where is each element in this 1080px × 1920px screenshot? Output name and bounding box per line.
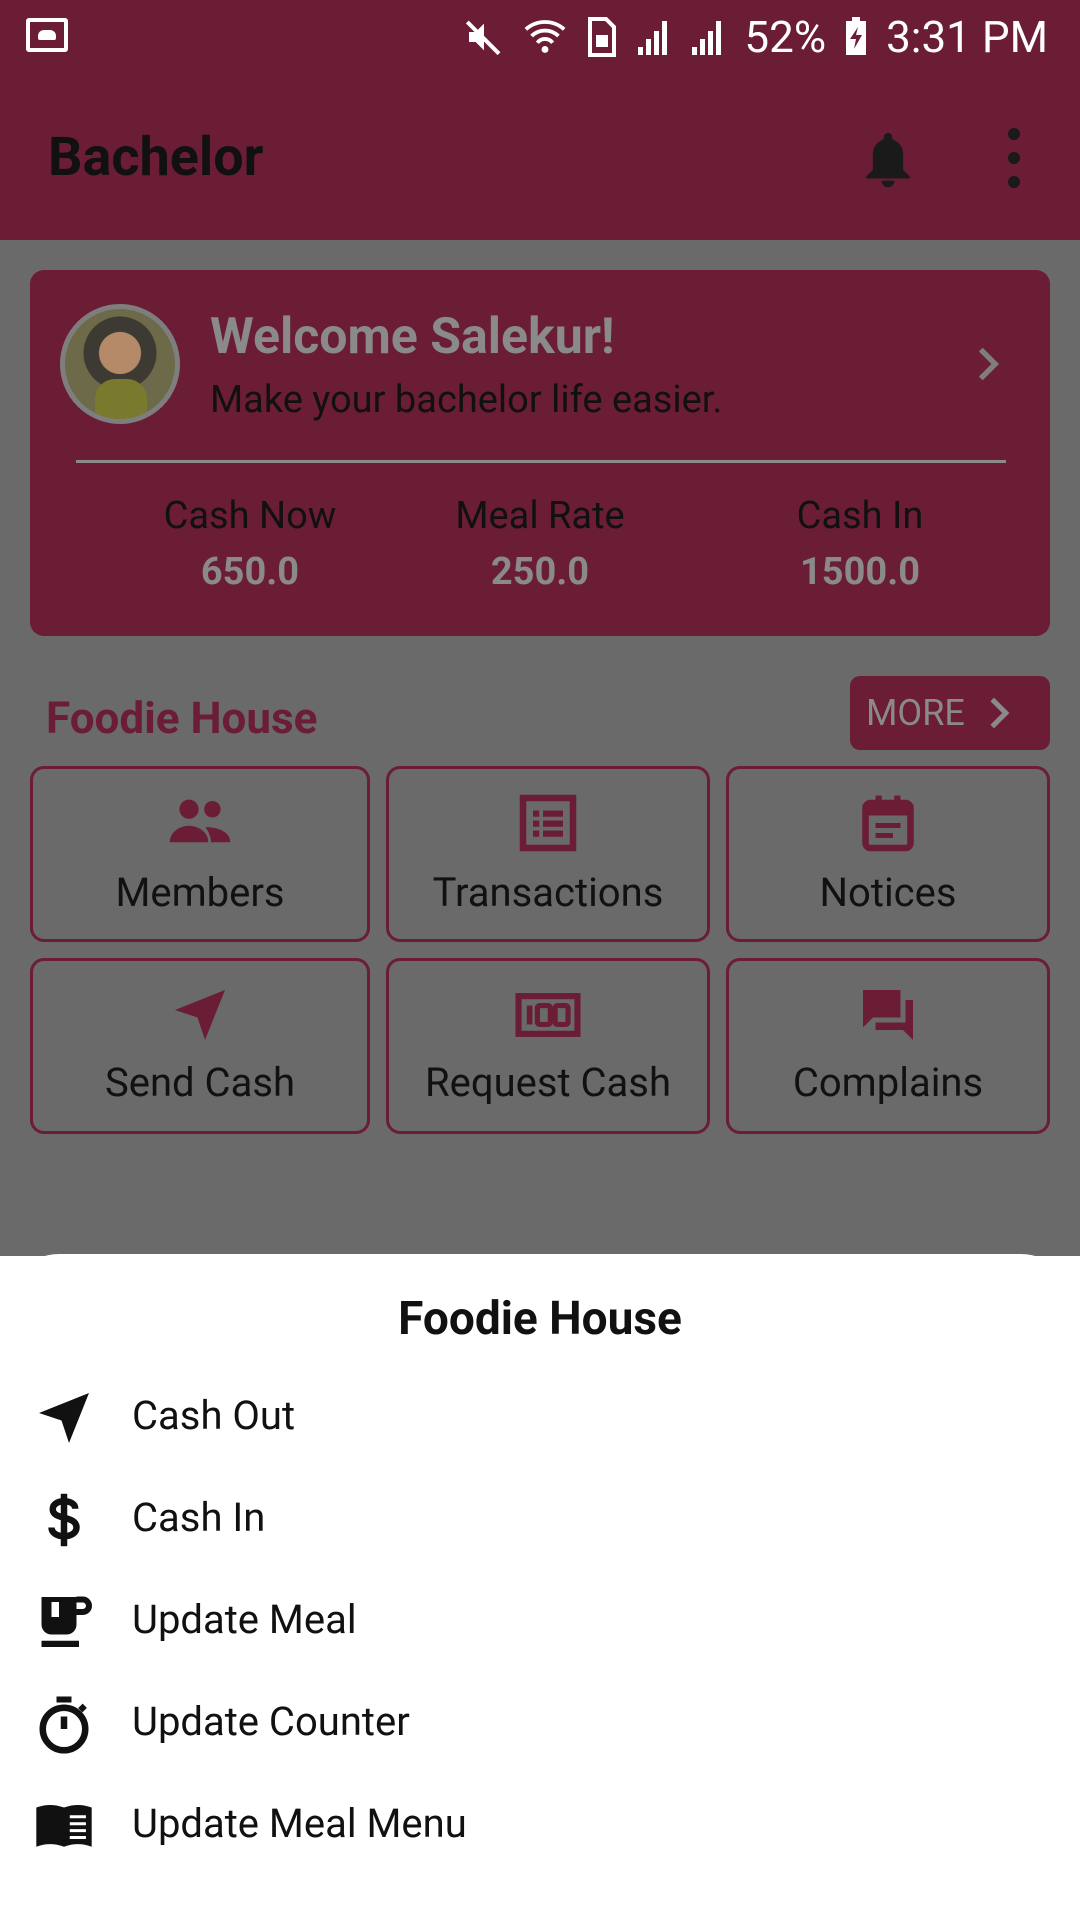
tile-complains[interactable]: Complains: [726, 958, 1050, 1134]
welcome-subtitle: Make your bachelor life easier.: [210, 378, 723, 422]
stat-label: Meal Rate: [455, 494, 625, 538]
tile-members[interactable]: Members: [30, 766, 370, 942]
chevron-right-icon[interactable]: [970, 346, 1006, 382]
send-icon: [175, 990, 225, 1040]
tile-send-cash[interactable]: Send Cash: [30, 958, 370, 1134]
signal-1-icon: [636, 19, 672, 55]
overflow-menu-icon[interactable]: [1000, 128, 1028, 188]
stat-value: 250.0: [490, 550, 590, 594]
timer-icon: [39, 1696, 89, 1754]
money-icon: [515, 993, 581, 1037]
chat-icon: [863, 990, 913, 1040]
send-icon: [39, 1393, 89, 1443]
tile-transactions[interactable]: Transactions: [386, 766, 710, 942]
tile-label: Complains: [792, 1059, 984, 1106]
signal-2-icon: [690, 19, 726, 55]
tile-label: Send Cash: [105, 1059, 295, 1106]
tile-notices[interactable]: Notices: [726, 766, 1050, 942]
tile-label: Request Cash: [425, 1059, 671, 1106]
stat-label: Cash In: [796, 494, 924, 538]
bottom-sheet: Foodie House Cash Out Cash In Update Mea…: [0, 1254, 1080, 1920]
sheet-item-label: Cash Out: [132, 1392, 296, 1439]
welcome-title: Welcome Salekur!: [210, 308, 615, 366]
bell-icon[interactable]: [862, 128, 914, 190]
stat-value: 650.0: [200, 550, 300, 594]
sheet-item-label: Update Meal Menu: [132, 1800, 467, 1847]
tile-label: Members: [115, 869, 285, 916]
list-icon: [519, 794, 577, 852]
status-bar: 52% 3:31 PM: [0, 0, 1080, 74]
avatar: [60, 304, 180, 424]
clock: 3:31 PM: [886, 11, 1048, 63]
app-bar: Bachelor: [0, 74, 1080, 240]
app-title: Bachelor: [48, 126, 264, 189]
house-title: Foodie House: [46, 692, 318, 744]
stat-value: 1500.0: [799, 550, 921, 594]
mute-icon: [466, 20, 501, 56]
stat-label: Cash Now: [163, 494, 337, 538]
more-label: MORE: [866, 692, 965, 734]
stat-meal-rate: Meal Rate 250.0: [410, 494, 670, 594]
sheet-item-update-meal-menu[interactable]: Update Meal Menu: [0, 1778, 1080, 1874]
main-content: Welcome Salekur! Make your bachelor life…: [0, 240, 1080, 1256]
stat-cash-in: Cash In 1500.0: [730, 494, 990, 594]
tile-label: Notices: [819, 869, 957, 916]
sheet-item-label: Cash In: [132, 1494, 266, 1541]
stat-cash-now: Cash Now 650.0: [120, 494, 380, 594]
divider: [76, 460, 1006, 463]
profile-card[interactable]: Welcome Salekur! Make your bachelor life…: [30, 270, 1050, 636]
sim-icon: [588, 17, 617, 57]
dollar-icon: [48, 1493, 80, 1547]
gallery-notification-icon: [26, 18, 68, 52]
calendar-icon: [862, 795, 914, 852]
more-button[interactable]: MORE: [850, 676, 1050, 750]
sheet-item-update-counter[interactable]: Update Counter: [0, 1676, 1080, 1772]
battery-charging-icon: [846, 17, 867, 55]
sheet-item-label: Update Counter: [132, 1698, 410, 1745]
cup-icon: [41, 1596, 92, 1647]
tile-request-cash[interactable]: Request Cash: [386, 958, 710, 1134]
people-icon: [169, 799, 231, 843]
book-icon: [36, 1804, 92, 1847]
chevron-right-icon: [990, 697, 1010, 729]
sheet-title: Foodie House: [398, 1292, 682, 1346]
sheet-item-cash-out[interactable]: Cash Out: [0, 1370, 1080, 1466]
sheet-item-label: Update Meal: [132, 1596, 357, 1643]
battery-percent: 52%: [744, 11, 827, 63]
sheet-item-update-meal[interactable]: Update Meal: [0, 1574, 1080, 1670]
wifi-icon: [524, 20, 566, 53]
sheet-item-cash-in[interactable]: Cash In: [0, 1472, 1080, 1568]
status-icons: 52% 3:31 PM: [464, 10, 1048, 64]
tile-label: Transactions: [432, 869, 664, 916]
